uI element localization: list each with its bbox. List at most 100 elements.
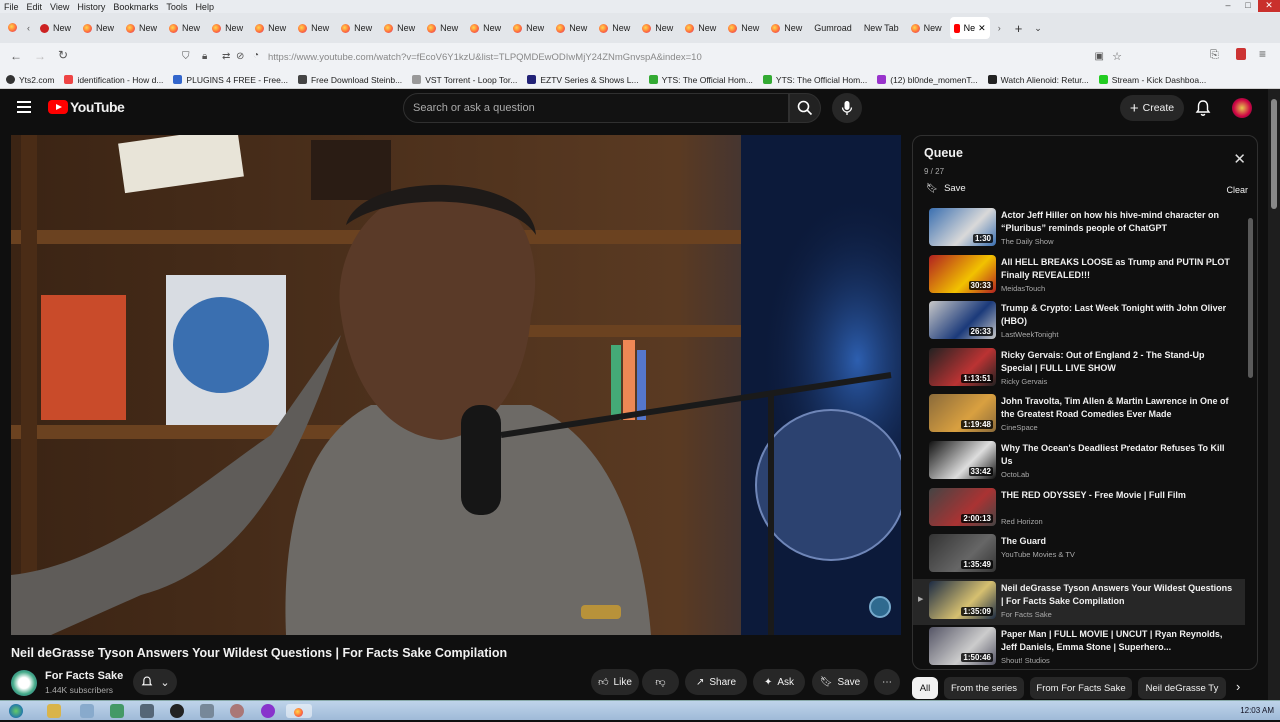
tabs-scroll-left-icon[interactable]: ‹ xyxy=(27,23,30,33)
bookmark-star-icon[interactable]: ☆ xyxy=(1112,50,1122,63)
notifications-bell-icon[interactable] xyxy=(1193,98,1213,118)
browser-tab-newtab[interactable]: New Tab xyxy=(860,17,903,39)
menu-edit[interactable]: Edit xyxy=(27,2,43,12)
page-scrollbar-thumb[interactable] xyxy=(1271,99,1277,209)
queue-item[interactable]: 1:35:49 The Guard YouTube Movies & TV xyxy=(913,532,1245,578)
bookmark-item[interactable]: PLUGINS 4 FREE - Free... xyxy=(173,75,288,85)
queue-save-button[interactable]: 🔖︎ Save xyxy=(926,183,966,194)
chip-all[interactable]: All xyxy=(912,677,938,699)
chevron-right-icon[interactable]: › xyxy=(1236,679,1240,694)
queue-item-thumbnail[interactable]: 1:35:09 xyxy=(929,580,996,619)
menu-bookmarks[interactable]: Bookmarks xyxy=(113,2,158,12)
browser-tab[interactable]: New xyxy=(165,17,204,39)
share-button[interactable]: ↗ Share xyxy=(685,669,747,695)
forward-icon[interactable]: → xyxy=(34,49,46,63)
pocket-icon[interactable]: ⎘ xyxy=(1210,49,1219,62)
taskbar-app-icon[interactable] xyxy=(230,704,244,718)
app-menu-icon[interactable]: ≡ xyxy=(1259,47,1266,61)
taskbar-app-icon[interactable] xyxy=(170,704,184,718)
queue-scrollbar[interactable] xyxy=(1246,206,1255,666)
browser-tab-gumroad[interactable]: Gumroad xyxy=(810,17,856,39)
list-tabs-icon[interactable]: ⌄ xyxy=(1034,23,1042,34)
queue-scrollbar-thumb[interactable] xyxy=(1248,218,1253,378)
chip-from-series[interactable]: From the series xyxy=(944,677,1024,699)
url-text[interactable]: https://www.youtube.com/watch?v=fEcoV6Y1… xyxy=(268,52,702,63)
search-button[interactable] xyxy=(789,93,821,123)
tabs-scroll-right-icon[interactable]: › xyxy=(998,23,1001,33)
close-tab-icon[interactable]: ✕ xyxy=(978,23,986,34)
browser-tab[interactable]: New xyxy=(509,17,548,39)
avatar[interactable] xyxy=(1232,98,1252,118)
menu-history[interactable]: History xyxy=(77,2,105,12)
queue-item-thumbnail[interactable]: 1:50:46 xyxy=(929,627,996,666)
ask-button[interactable]: ✦ Ask xyxy=(753,669,805,695)
dislike-button[interactable]: 👎︎ xyxy=(642,669,679,695)
bookmark-item[interactable]: YTS: The Official Hom... xyxy=(762,75,867,85)
more-actions-button[interactable]: ⋯ xyxy=(874,669,900,695)
queue-item[interactable]: 26:33 Trump & Crypto: Last Week Tonight w… xyxy=(913,299,1245,345)
browser-tab[interactable]: New xyxy=(552,17,591,39)
browser-tab[interactable]: New xyxy=(724,17,763,39)
permissions-icon[interactable]: ⇄ xyxy=(222,51,230,62)
browser-tab[interactable]: New xyxy=(380,17,419,39)
close-icon[interactable]: ✕ xyxy=(1233,150,1246,168)
queue-item-thumbnail[interactable]: 1:13:51 xyxy=(929,347,996,386)
taskbar-app-icon[interactable] xyxy=(140,704,154,718)
firefox-icon[interactable] xyxy=(8,22,21,34)
menu-view[interactable]: View xyxy=(50,2,69,12)
shield-icon[interactable]: ⛉ xyxy=(182,51,190,62)
close-window-icon[interactable]: ✕ xyxy=(1258,0,1280,12)
browser-tab[interactable]: New xyxy=(122,17,161,39)
bookmark-item[interactable]: identification - How d... xyxy=(64,75,163,85)
lock-icon[interactable]: 🔒︎ xyxy=(202,51,207,62)
queue-item[interactable]: 1:30 Actor Jeff Hiller on how his hive-mi… xyxy=(913,206,1245,252)
bookmark-item[interactable]: Stream - Kick Dashboa... xyxy=(1098,75,1206,85)
menu-help[interactable]: Help xyxy=(195,2,214,12)
queue-item-thumbnail[interactable]: 30:33 xyxy=(929,254,996,293)
back-icon[interactable]: ← xyxy=(10,49,22,63)
browser-tab[interactable]: New xyxy=(638,17,677,39)
browser-tab[interactable]: New xyxy=(79,17,118,39)
taskbar-app-icon[interactable] xyxy=(261,704,275,718)
queue-item[interactable]: 33:42 Why The Ocean's Deadliest Predator … xyxy=(913,439,1245,485)
queue-item[interactable]: ▶ 1:35:09 Neil deGrasse Tyson Answers Your… xyxy=(913,578,1245,625)
chip-from-channel[interactable]: From For Facts Sake xyxy=(1030,677,1132,699)
bookmark-item[interactable]: Watch Alienoid: Retur... xyxy=(987,75,1089,85)
browser-tab[interactable]: New xyxy=(595,17,634,39)
extension-icon[interactable] xyxy=(1236,48,1246,60)
bookmark-item[interactable]: Free Download Steinb... xyxy=(297,75,402,85)
start-button-icon[interactable] xyxy=(9,704,23,718)
browser-tab-active[interactable]: Ne ✕ xyxy=(949,17,990,39)
browser-tab[interactable]: New xyxy=(36,17,75,39)
queue-clear-button[interactable]: Clear xyxy=(1226,185,1248,195)
bookmark-item[interactable]: Yts2.com xyxy=(6,75,54,85)
channel-avatar[interactable] xyxy=(11,670,37,696)
search-input[interactable]: Search or ask a question xyxy=(403,93,789,123)
like-button[interactable]: 👍︎ Like xyxy=(591,669,639,695)
bookmark-item[interactable]: YTS: The Official Hom... xyxy=(648,75,753,85)
youtube-logo[interactable]: YouTube xyxy=(48,99,125,115)
browser-tab[interactable]: New xyxy=(907,17,946,39)
bookmark-item[interactable]: (12) bl0nde_momenT... xyxy=(877,75,978,85)
video-player[interactable] xyxy=(11,135,901,635)
channel-name[interactable]: For Facts Sake xyxy=(45,670,123,682)
queue-item[interactable]: 30:33 All HELL BREAKS LOOSE as Trump and … xyxy=(913,253,1245,299)
queue-item[interactable]: 1:19:48 John Travolta, Tim Allen & Martin… xyxy=(913,392,1245,438)
create-button[interactable]: + Create xyxy=(1120,95,1184,121)
site-info-icon[interactable]: ◔ xyxy=(253,50,259,61)
bookmark-item[interactable]: EZTV Series & Shows L... xyxy=(527,75,639,85)
queue-item-thumbnail[interactable]: 26:33 xyxy=(929,301,996,340)
taskbar-app-icon[interactable] xyxy=(110,704,124,718)
voice-search-button[interactable] xyxy=(832,93,862,123)
browser-tab[interactable]: New xyxy=(337,17,376,39)
save-button[interactable]: 🔖︎ Save xyxy=(812,669,868,695)
queue-item[interactable]: 1:13:51 Ricky Gervais: Out of England 2 -… xyxy=(913,346,1245,392)
queue-item-thumbnail[interactable]: 1:35:49 xyxy=(929,534,996,573)
reader-view-icon[interactable]: ▣ xyxy=(1095,51,1104,62)
menu-file[interactable]: File xyxy=(4,2,19,12)
browser-tab[interactable]: New xyxy=(294,17,333,39)
taskbar-app-icon[interactable] xyxy=(80,704,94,718)
minimize-icon[interactable]: – xyxy=(1218,0,1238,12)
browser-tab[interactable]: New xyxy=(767,17,806,39)
page-scrollbar[interactable] xyxy=(1268,89,1280,700)
